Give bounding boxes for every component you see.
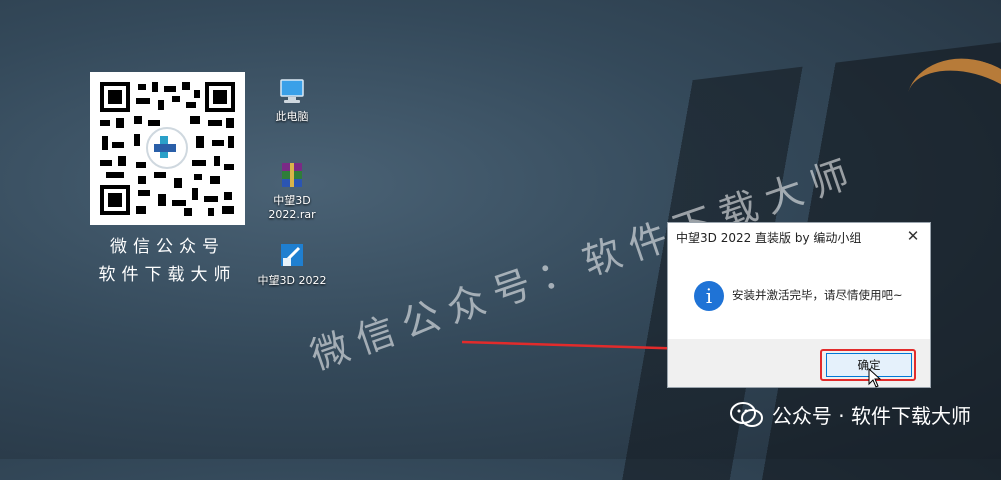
footer-brand: 公众号 · 软件下载大师	[729, 400, 971, 429]
qr-caption-line1: 微信公众号	[110, 237, 225, 257]
desktop-icon-rar-archive[interactable]: 中望3D 2022.rar	[252, 160, 332, 222]
qr-code-graphic	[100, 82, 235, 216]
install-complete-dialog: 中望3D 2022 直装版 by 编动小组 ✕ i 安装并激活完毕，请尽情使用吧…	[667, 222, 931, 388]
desktop-icon-zw3d[interactable]: 中望3D 2022	[252, 240, 332, 288]
footer-text: 公众号 · 软件下载大师	[771, 404, 971, 428]
close-icon[interactable]: ✕	[904, 227, 922, 245]
winrar-archive-icon	[282, 163, 302, 187]
info-icon: i	[694, 281, 724, 311]
desktop-icon-label: 中望3D 2022	[257, 274, 327, 287]
dialog-message: 安装并激活完毕，请尽情使用吧~	[732, 288, 903, 302]
dialog-body: i 安装并激活完毕，请尽情使用吧~	[668, 251, 930, 325]
desktop-icon-this-pc[interactable]: 此电脑	[252, 76, 332, 124]
wechat-icon	[729, 401, 763, 427]
dialog-titlebar[interactable]: 中望3D 2022 直装版 by 编动小组 ✕	[668, 223, 930, 251]
mouse-cursor-icon	[868, 368, 882, 388]
desktop-icon-label: 此电脑	[275, 110, 309, 123]
computer-icon	[280, 79, 304, 103]
dialog-title: 中望3D 2022 直装版 by 编动小组	[676, 231, 862, 245]
dialog-footer: 确定	[668, 339, 930, 387]
desktop-icon-label: 中望3D 2022.rar	[268, 194, 316, 221]
qr-code	[90, 72, 245, 225]
qr-caption-line2: 软件下载大师	[98, 265, 237, 285]
zw3d-app-icon	[281, 244, 303, 266]
